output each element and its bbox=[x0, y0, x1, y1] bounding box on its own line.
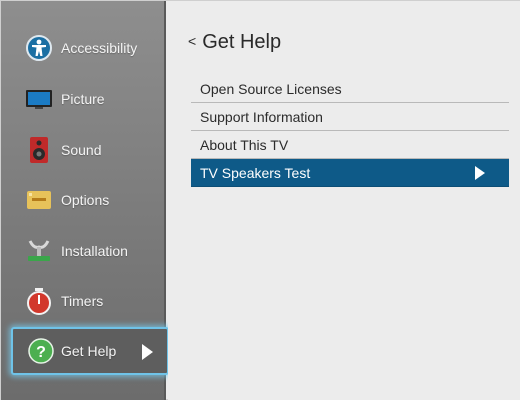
sidebar-item-label: Picture bbox=[61, 91, 105, 107]
chevron-right-icon bbox=[142, 344, 153, 360]
menu-item-tv-speakers-test[interactable]: TV Speakers Test bbox=[191, 159, 509, 187]
menu-item-label: Open Source Licenses bbox=[200, 80, 342, 97]
menu-item-label: TV Speakers Test bbox=[200, 164, 311, 181]
menu-item-support-information[interactable]: Support Information bbox=[191, 103, 509, 131]
sidebar-item-label: Options bbox=[61, 192, 110, 208]
back-button[interactable]: < bbox=[188, 33, 196, 49]
picture-icon bbox=[25, 85, 53, 113]
sidebar-item-timers[interactable]: Timers bbox=[1, 276, 166, 326]
timer-icon bbox=[25, 287, 53, 315]
sidebar-item-options[interactable]: Options bbox=[1, 175, 166, 225]
accessibility-icon bbox=[25, 34, 53, 62]
sidebar-item-label: Accessibility bbox=[61, 40, 138, 56]
main-panel: < Get Help Open Source Licenses Support I… bbox=[168, 1, 520, 400]
options-icon bbox=[25, 186, 53, 214]
menu-item-label: About This TV bbox=[200, 136, 289, 153]
tv-settings-screen: Accessibility Picture Sound Options Inst… bbox=[0, 0, 520, 400]
sidebar-item-label: Installation bbox=[61, 243, 128, 259]
menu-item-open-source-licenses[interactable]: Open Source Licenses bbox=[191, 75, 509, 103]
help-icon: ? bbox=[27, 337, 55, 365]
sidebar-item-installation[interactable]: Installation bbox=[1, 226, 166, 276]
sidebar-item-picture[interactable]: Picture bbox=[1, 74, 166, 124]
sidebar-item-get-help[interactable]: ? Get Help bbox=[11, 327, 169, 375]
satellite-icon bbox=[25, 237, 53, 265]
sidebar: Accessibility Picture Sound Options Inst… bbox=[1, 1, 169, 400]
menu-item-label: Support Information bbox=[200, 108, 323, 125]
page-title: < Get Help bbox=[188, 31, 281, 54]
help-menu: Open Source Licenses Support Information… bbox=[191, 75, 509, 187]
sidebar-item-label: Sound bbox=[61, 142, 102, 158]
sidebar-item-label: Get Help bbox=[61, 343, 117, 359]
sidebar-item-label: Timers bbox=[61, 293, 104, 309]
sidebar-item-sound[interactable]: Sound bbox=[1, 125, 166, 175]
page-title-text: Get Help bbox=[202, 31, 282, 53]
svg-text:?: ? bbox=[36, 344, 46, 361]
sidebar-item-accessibility[interactable]: Accessibility bbox=[1, 23, 166, 73]
menu-item-about-this-tv[interactable]: About This TV bbox=[191, 131, 509, 159]
speaker-icon bbox=[25, 136, 53, 164]
chevron-right-icon bbox=[475, 166, 485, 180]
